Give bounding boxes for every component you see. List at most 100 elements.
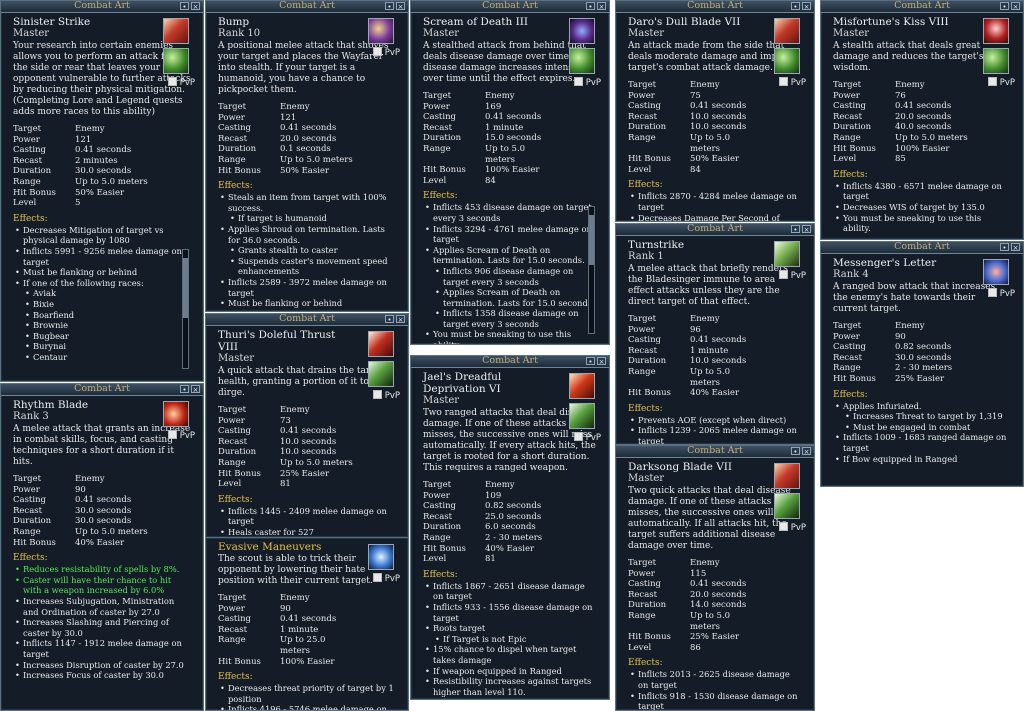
pvp-checkbox[interactable] xyxy=(573,77,583,86)
stat-value: Enemy xyxy=(280,102,310,112)
pvp-toggle[interactable]: PvP xyxy=(778,77,806,88)
stat-value: 84 xyxy=(690,164,701,175)
tooltip-darksong: Combat Art • × Darksong Blade VII Master Two … xyxy=(615,445,815,711)
effect-item: Inflicts 906 disease damage on target ev… xyxy=(423,266,597,287)
pvp-toggle[interactable]: PvP xyxy=(167,77,195,88)
stat-row-hit-bonus: Hit Bonus 25% Easier xyxy=(218,469,353,480)
window-titlebar[interactable]: Combat Art • × xyxy=(821,242,1023,254)
stat-value: 25% Easier xyxy=(895,373,945,384)
close-button[interactable]: × xyxy=(597,2,606,11)
stat-label: Recast xyxy=(13,155,43,166)
stat-label: Hit Bonus xyxy=(833,143,876,154)
close-button[interactable]: × xyxy=(191,385,200,394)
pvp-toggle[interactable]: PvP xyxy=(372,573,400,584)
window-titlebar[interactable]: Combat Art • × xyxy=(411,356,609,368)
close-button[interactable]: × xyxy=(1011,243,1020,252)
scrollbar-thumb[interactable] xyxy=(183,258,188,318)
pvp-checkbox[interactable] xyxy=(573,432,583,441)
dagger-icon xyxy=(774,18,800,44)
window-title: Combat Art xyxy=(74,383,130,394)
window-title: Combat Art xyxy=(279,0,335,11)
leaf-icon xyxy=(569,48,595,74)
pin-button[interactable]: • xyxy=(586,357,595,366)
pvp-checkbox[interactable] xyxy=(778,77,788,86)
scrollbar[interactable] xyxy=(182,249,189,369)
stat-row-power: Power 90 xyxy=(218,604,356,615)
stat-label: Power xyxy=(13,134,40,145)
pvp-checkbox[interactable] xyxy=(372,47,382,56)
pin-button[interactable]: • xyxy=(791,225,800,234)
ability-name: Jael's Dreadful Deprivation VI xyxy=(423,371,502,395)
ability-name: Sinister Strike xyxy=(13,16,91,28)
pvp-toggle[interactable]: PvP xyxy=(778,522,806,533)
stat-row-range: Range Up to 5.0 meters xyxy=(833,133,968,144)
stat-value: 121 xyxy=(75,134,92,145)
window-titlebar[interactable]: Combat Art • × xyxy=(616,224,814,236)
pvp-toggle[interactable]: PvP xyxy=(573,77,601,88)
window-titlebar[interactable]: Combat Art • × xyxy=(1,384,203,396)
stat-label: Hit Bonus xyxy=(423,543,466,554)
pin-button[interactable]: • xyxy=(385,315,394,324)
close-button[interactable]: × xyxy=(396,2,405,11)
stat-row-range: Range Up to 5.0 meters xyxy=(13,527,148,538)
close-button[interactable]: × xyxy=(597,357,606,366)
stat-row-casting: Casting 0.41 seconds xyxy=(218,614,356,625)
pin-button[interactable]: • xyxy=(385,2,394,11)
pvp-toggle[interactable]: PvP xyxy=(372,390,400,401)
effects-header: Effects: xyxy=(218,494,253,505)
effect-item: Brownie xyxy=(13,320,191,331)
effects-list: Applies Infuriated.Increases Threat to t… xyxy=(833,401,1011,465)
pvp-checkbox[interactable] xyxy=(778,270,788,279)
pvp-toggle[interactable]: PvP xyxy=(778,270,806,281)
pin-button[interactable]: • xyxy=(1000,243,1009,252)
close-button[interactable]: × xyxy=(396,315,405,324)
window-titlebar[interactable]: Combat Art • × xyxy=(616,446,814,458)
pvp-checkbox[interactable] xyxy=(372,390,382,399)
pvp-checkbox[interactable] xyxy=(987,77,997,86)
scrollbar[interactable] xyxy=(588,206,595,334)
window-titlebar[interactable]: Combat Art • × xyxy=(206,1,408,13)
pin-button[interactable]: • xyxy=(791,2,800,11)
pvp-checkbox[interactable] xyxy=(987,288,997,297)
pin-button[interactable]: • xyxy=(180,2,189,11)
pin-button[interactable]: • xyxy=(180,385,189,394)
stat-value: 25% Easier xyxy=(280,468,330,479)
close-button[interactable]: × xyxy=(191,2,200,11)
stat-row-level: Level 86 xyxy=(628,643,762,654)
stat-value: 81 xyxy=(280,479,291,490)
rhythm-icon xyxy=(163,401,189,427)
pin-button[interactable]: • xyxy=(586,2,595,11)
effect-item: Increases Disruption of caster by 27.0 xyxy=(13,660,191,671)
stat-label: Hit Bonus xyxy=(833,373,876,384)
stat-row-duration: Duration 40.0 seconds xyxy=(833,122,968,133)
pvp-toggle[interactable]: PvP xyxy=(987,77,1015,88)
pvp-toggle[interactable]: PvP xyxy=(372,47,400,58)
close-button[interactable]: × xyxy=(1011,2,1020,11)
effect-item: Reduces resistability of spells by 8%. xyxy=(13,564,191,575)
pin-button[interactable]: • xyxy=(1000,2,1009,11)
pvp-checkbox[interactable] xyxy=(778,522,788,531)
window-titlebar[interactable]: Combat Art • × xyxy=(616,1,814,13)
close-button[interactable]: × xyxy=(802,447,811,456)
pin-button[interactable]: • xyxy=(791,447,800,456)
window-titlebar[interactable]: Combat Art • × xyxy=(821,1,1023,13)
stat-label: Duration xyxy=(628,600,667,611)
pvp-checkbox[interactable] xyxy=(167,430,177,439)
pvp-toggle[interactable]: PvP xyxy=(987,288,1015,299)
pvp-checkbox[interactable] xyxy=(167,77,177,86)
pvp-toggle[interactable]: PvP xyxy=(167,430,195,441)
effect-item: Decreases Damage Per Second of target by… xyxy=(628,213,802,221)
tooltip-body: Messenger's Letter Rank 4 A ranged bow att… xyxy=(821,254,1023,464)
close-button[interactable]: × xyxy=(802,225,811,234)
window-titlebar[interactable]: Combat Art • × xyxy=(1,1,203,13)
pvp-checkbox[interactable] xyxy=(372,573,382,582)
stat-row-range: Range Up to 25.0 meters xyxy=(218,635,356,656)
effects-header: Effects: xyxy=(628,658,663,669)
close-button[interactable]: × xyxy=(802,2,811,11)
window-titlebar[interactable]: Combat Art • × xyxy=(411,1,609,13)
scrollbar-thumb[interactable] xyxy=(589,215,594,265)
window-titlebar[interactable]: Combat Art • × xyxy=(206,314,408,326)
stat-row-hit-bonus: Hit Bonus 100% Easier xyxy=(423,165,557,176)
pvp-toggle[interactable]: PvP xyxy=(573,432,601,443)
stat-row-hit-bonus: Hit Bonus 25% Easier xyxy=(833,374,952,385)
